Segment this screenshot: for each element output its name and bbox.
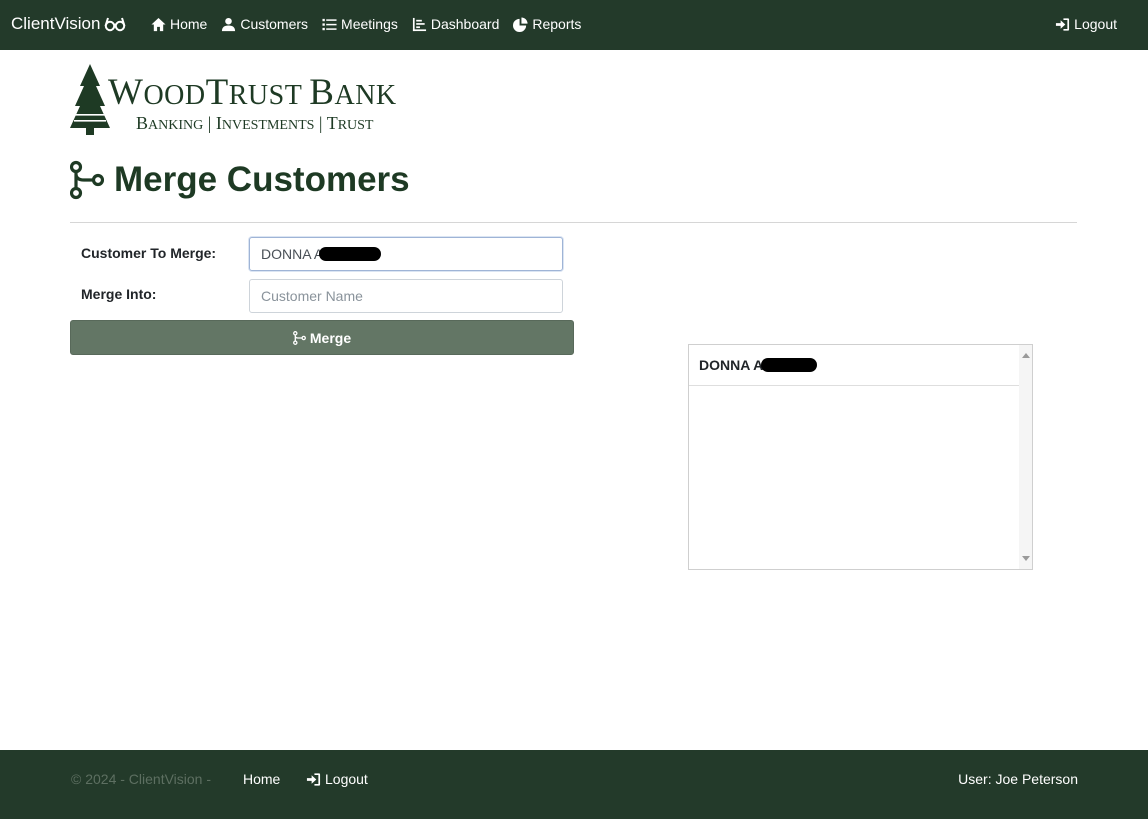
nav-logout[interactable]: Logout [1055, 16, 1117, 32]
nav-dashboard-label: Dashboard [430, 16, 500, 32]
footer: © 2024 - ClientVision - Home Logout User… [0, 750, 1148, 819]
scroll-up-arrow-icon[interactable] [1022, 353, 1030, 358]
list-item-name: DONNA A [699, 357, 764, 373]
brand-link[interactable]: ClientVision [11, 14, 126, 34]
glasses-icon [105, 17, 126, 32]
brand-name: ClientVision [11, 14, 101, 33]
nav-reports-label: Reports [532, 16, 582, 32]
nav-logout-label: Logout [1074, 16, 1117, 32]
sign-in-icon [1056, 17, 1070, 31]
merge-button[interactable]: Merge [70, 320, 574, 355]
customer-to-merge-value: DONNA A [261, 246, 324, 262]
footer-home-link[interactable]: Home [243, 771, 280, 787]
sign-in-icon [306, 772, 321, 786]
footer-logout-link[interactable]: Logout [306, 771, 368, 787]
merge-into-input[interactable]: Customer Name [249, 279, 563, 313]
page-title: Merge Customers [70, 160, 410, 200]
user-icon [222, 17, 236, 31]
page-title-text: Merge Customers [114, 160, 410, 199]
footer-logout-label: Logout [325, 771, 368, 787]
nav-dashboard[interactable]: Dashboard [412, 16, 500, 32]
woodtrust-logo: WOODTRUST BANK BANKING | INVESTMENTS | T… [70, 64, 450, 138]
merge-into-label: Merge Into: [81, 286, 157, 302]
redaction-mark [761, 358, 818, 372]
customer-to-merge-input[interactable]: DONNA A [249, 237, 563, 271]
list-icon [322, 18, 337, 30]
merge-icon [292, 330, 306, 345]
title-divider [70, 222, 1077, 223]
current-user: User: Joe Peterson [958, 771, 1078, 787]
copyright-text: © 2024 - ClientVision - [71, 771, 212, 787]
logo-tagline: BANKING | INVESTMENTS | TRUST [136, 113, 374, 133]
merge-icon [70, 160, 104, 200]
merge-button-label: Merge [309, 329, 352, 346]
nav-meetings[interactable]: Meetings [322, 16, 398, 32]
nav-customers[interactable]: Customers [221, 16, 308, 32]
nav-home[interactable]: Home [151, 16, 207, 32]
chart-icon [412, 17, 426, 31]
home-icon [151, 17, 166, 31]
nav-home-label: Home [170, 16, 208, 32]
top-navbar: ClientVision Home Customers Meetings Das… [0, 0, 1148, 50]
list-scrollbar[interactable] [1019, 345, 1032, 569]
pine-tree-icon [70, 64, 110, 135]
customer-to-merge-label: Customer To Merge: [81, 245, 217, 261]
logo-wordmark: WOODTRUST BANK [108, 72, 397, 113]
pie-icon [513, 16, 528, 32]
nav-links: Home Customers Meetings Dashboard Report… [151, 16, 581, 32]
list-item[interactable]: DONNA A [689, 345, 1019, 386]
nav-meetings-label: Meetings [341, 16, 398, 32]
merge-into-placeholder: Customer Name [261, 288, 363, 304]
customer-results-list[interactable]: DONNA A [688, 344, 1033, 570]
nav-customers-label: Customers [240, 16, 309, 32]
redaction-mark [319, 247, 382, 261]
nav-reports[interactable]: Reports [513, 16, 581, 32]
scroll-down-arrow-icon[interactable] [1022, 556, 1030, 561]
